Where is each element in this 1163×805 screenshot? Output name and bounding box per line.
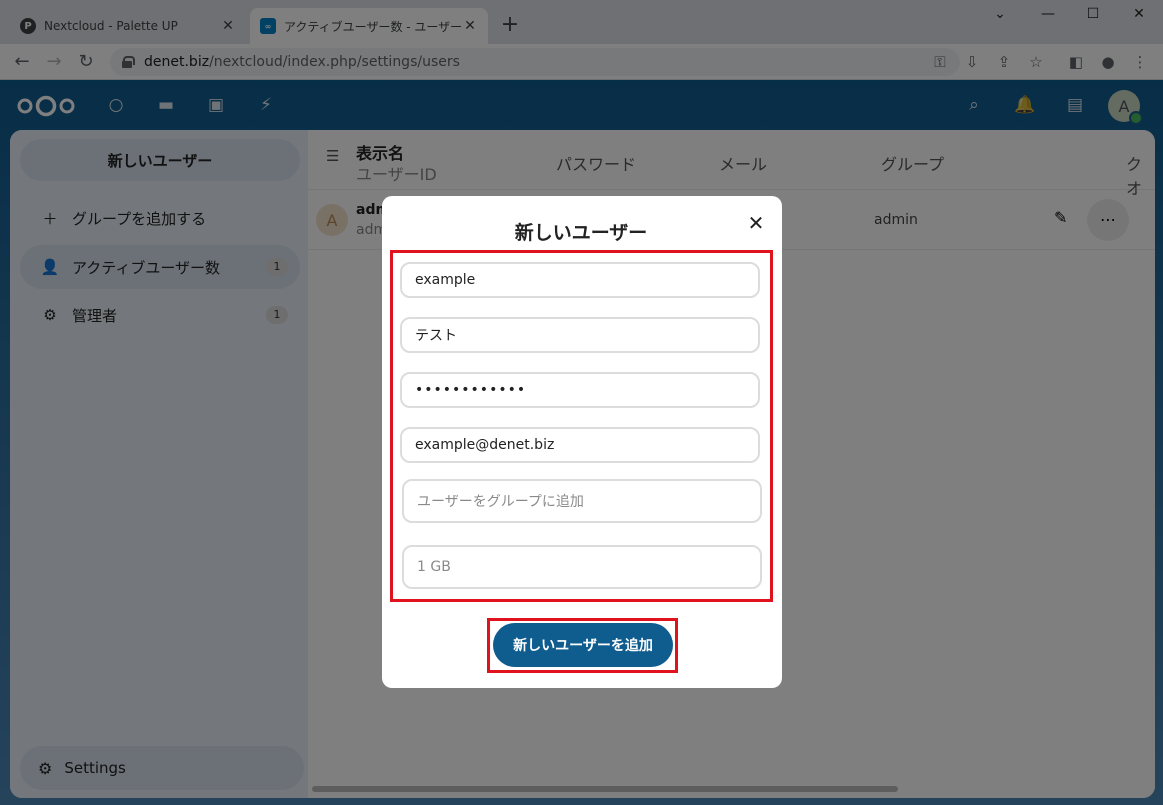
- add-user-button[interactable]: 新しいユーザーを追加: [493, 623, 673, 667]
- username-field[interactable]: example: [400, 262, 760, 298]
- email-field[interactable]: example@denet.biz: [400, 427, 760, 463]
- groups-select[interactable]: ユーザーをグループに追加: [402, 479, 762, 523]
- password-field[interactable]: ••••••••••••: [400, 372, 760, 408]
- quota-select[interactable]: 1 GB: [402, 545, 762, 589]
- display-name-field[interactable]: テスト: [400, 317, 760, 353]
- close-icon[interactable]: ✕: [745, 212, 767, 234]
- new-user-dialog: 新しいユーザー ✕ example テスト •••••••••••• examp…: [382, 196, 782, 688]
- dialog-title: 新しいユーザー: [514, 222, 648, 244]
